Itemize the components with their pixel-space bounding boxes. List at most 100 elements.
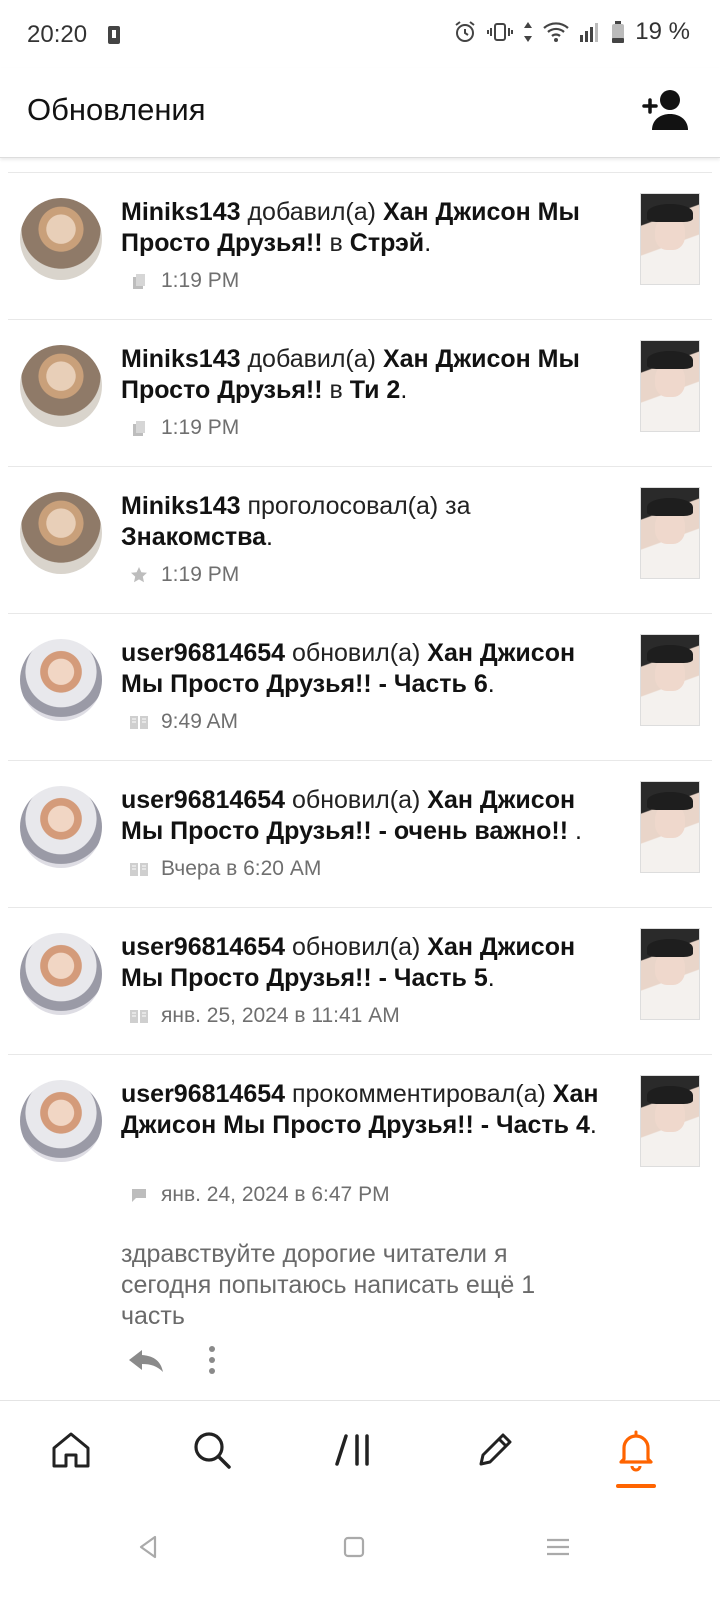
back-icon[interactable]: [133, 1532, 163, 1562]
avatar[interactable]: [20, 345, 102, 427]
book-icon: [130, 716, 148, 729]
item-meta: янв. 25, 2024 в 11:41 AM: [129, 1004, 400, 1028]
action-verb: обновил(а): [285, 639, 428, 667]
username-link[interactable]: user96814654: [121, 786, 285, 814]
updates-feed: Miniks143 добавил(а) Хан Джисон Мы Прост…: [0, 172, 720, 1399]
feed-item[interactable]: Miniks143 добавил(а) Хан Джисон Мы Прост…: [8, 319, 712, 466]
item-meta: янв. 24, 2024 в 6:47 PM: [129, 1183, 390, 1207]
notifications-icon[interactable]: [614, 1428, 658, 1472]
timestamp: 9:49 AM: [161, 710, 239, 733]
wifi-icon: [543, 22, 570, 42]
story-cover[interactable]: [640, 781, 700, 873]
comment-actions: [126, 1345, 218, 1375]
sentence-end: .: [424, 229, 432, 257]
alarm-icon: [455, 21, 475, 42]
story-cover[interactable]: [640, 634, 700, 726]
avatar[interactable]: [20, 639, 102, 721]
item-meta: 1:19 PM: [129, 563, 239, 587]
feed-item[interactable]: Miniks143 добавил(а) Хан Джисон Мы Прост…: [8, 172, 712, 319]
bottom-nav: [0, 1400, 720, 1498]
timestamp: 1:19 PM: [161, 416, 240, 439]
vibrate-icon: [487, 23, 514, 41]
story-cover[interactable]: [640, 1075, 700, 1167]
sentence-end: .: [400, 376, 408, 404]
library-icon: [133, 274, 145, 289]
feed-item-comment[interactable]: user96814654 прокомментировал(а) Хан Джи…: [8, 1054, 712, 1399]
data-arrows-icon: [524, 22, 533, 42]
username-link[interactable]: user96814654: [121, 639, 285, 667]
action-verb: обновил(а): [285, 786, 428, 814]
feed-item-text: Miniks143 добавил(а) Хан Джисон Мы Прост…: [121, 344, 606, 406]
action-verb: прокомментировал(а): [285, 1080, 553, 1108]
system-nav-bar: [0, 1498, 720, 1600]
story-cover[interactable]: [640, 193, 700, 285]
search-icon[interactable]: [190, 1428, 234, 1472]
home-icon[interactable]: [49, 1428, 93, 1472]
timestamp: янв. 24, 2024 в 6:47 PM: [161, 1183, 390, 1206]
feed-item[interactable]: Miniks143 проголосовал(а) за Знакомства.…: [8, 466, 712, 613]
battery-icon: [612, 21, 625, 43]
avatar[interactable]: [20, 786, 102, 868]
username-link[interactable]: Miniks143: [121, 198, 241, 226]
action-preposition: в: [322, 229, 350, 257]
feed-item[interactable]: user96814654 обновил(а) Хан Джисон Мы Пр…: [8, 907, 712, 1054]
avatar[interactable]: [20, 198, 102, 280]
avatar[interactable]: [20, 492, 102, 574]
sentence-end: .: [589, 1111, 597, 1139]
action-verb: добавил(а): [240, 345, 383, 373]
home-button-icon[interactable]: [339, 1532, 369, 1562]
item-meta: 1:19 PM: [129, 269, 239, 293]
write-icon[interactable]: [473, 1428, 517, 1472]
feed-item-text: Miniks143 проголосовал(а) за Знакомства.: [121, 491, 606, 553]
sentence-end: .: [568, 817, 582, 845]
comment-icon: [132, 1189, 146, 1202]
comment-text: здравствуйте дорогие читатели я сегодня …: [121, 1240, 536, 1330]
story-cover[interactable]: [640, 340, 700, 432]
item-meta: Вчера в 6:20 AM: [129, 857, 321, 881]
status-icons: 19 %: [453, 18, 690, 46]
story-cover[interactable]: [640, 928, 700, 1020]
feed-item-text: user96814654 прокомментировал(а) Хан Джи…: [121, 1079, 606, 1141]
story-cover[interactable]: [640, 487, 700, 579]
signal-icon: [580, 23, 599, 42]
avatar[interactable]: [20, 933, 102, 1015]
feed-item-text: user96814654 обновил(а) Хан Джисон Мы Пр…: [121, 638, 606, 700]
item-meta: 1:19 PM: [129, 416, 239, 440]
reply-icon[interactable]: [126, 1346, 166, 1374]
sentence-end: .: [487, 964, 495, 992]
feed-item[interactable]: user96814654 обновил(а) Хан Джисон Мы Пр…: [8, 760, 712, 907]
status-bar: 20:20 19 %: [0, 0, 720, 68]
reading-list-link[interactable]: Стрэй: [350, 229, 424, 257]
recent-apps-icon[interactable]: [543, 1532, 573, 1562]
library-icon[interactable]: [333, 1428, 377, 1472]
reading-list-link[interactable]: Ти 2: [350, 376, 401, 404]
action-verb: добавил(а): [240, 198, 383, 226]
library-icon: [133, 421, 145, 436]
item-meta: 9:49 AM: [129, 710, 238, 734]
timestamp: 1:19 PM: [161, 563, 240, 586]
username-link[interactable]: user96814654: [121, 933, 285, 961]
feed-item-text: user96814654 обновил(а) Хан Джисон Мы Пр…: [121, 932, 606, 994]
star-icon: [131, 567, 147, 583]
add-friend-icon[interactable]: [638, 88, 690, 134]
feed-item-text: Miniks143 добавил(а) Хан Джисон Мы Прост…: [121, 197, 606, 259]
username-link[interactable]: Miniks143: [121, 345, 241, 373]
feed-item-text: user96814654 обновил(а) Хан Джисон Мы Пр…: [121, 785, 606, 847]
more-options-icon[interactable]: [206, 1345, 218, 1375]
book-icon: [130, 863, 148, 876]
story-link[interactable]: Знакомства: [121, 523, 266, 551]
status-time: 20:20: [27, 21, 88, 48]
action-verb: проголосовал(а) за: [240, 492, 471, 520]
sentence-end: .: [487, 670, 495, 698]
timestamp: янв. 25, 2024 в 11:41 AM: [161, 1004, 400, 1027]
timestamp: 1:19 PM: [161, 269, 240, 292]
feed-item[interactable]: user96814654 обновил(а) Хан Джисон Мы Пр…: [8, 613, 712, 760]
avatar[interactable]: [20, 1080, 102, 1162]
action-verb: обновил(а): [285, 933, 428, 961]
username-link[interactable]: user96814654: [121, 1080, 285, 1108]
username-link[interactable]: Miniks143: [121, 492, 241, 520]
sim-card-icon: [108, 26, 120, 44]
sentence-end: .: [266, 523, 273, 551]
active-tab-indicator: [616, 1484, 656, 1488]
app-header: Обновления: [0, 68, 720, 158]
